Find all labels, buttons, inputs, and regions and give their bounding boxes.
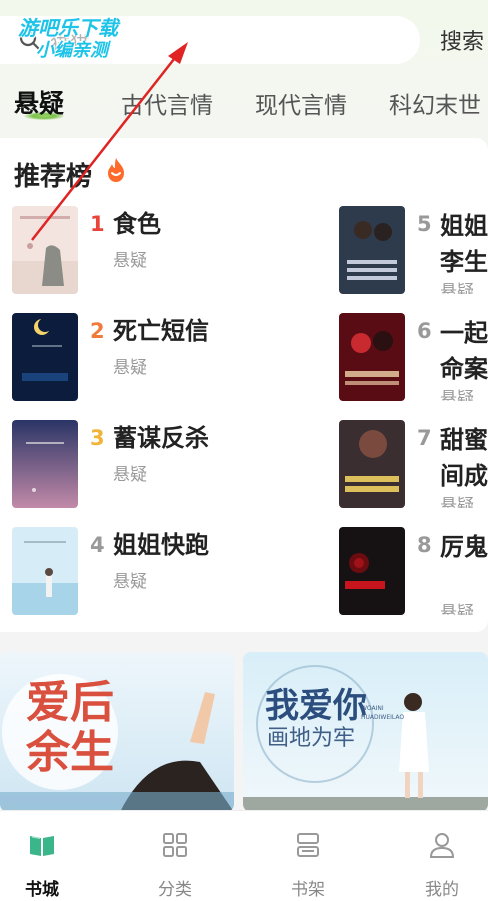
nav-profile[interactable]: 我的	[392, 811, 488, 901]
nav-label: 书城	[25, 880, 59, 900]
banner-pinyin: WOAINI HUADIWEILAO	[361, 705, 405, 721]
ranking-item[interactable]: 8 厉鬼 悬疑	[339, 527, 488, 617]
book-title: 姐姐李生	[440, 212, 488, 276]
nav-label: 我的	[425, 880, 459, 900]
recommend-ranking-card: 推荐榜 1 食色 悬疑 2 死亡短信 悬疑 3 蓄谋反杀 悬疑 4 姐姐快跑 悬…	[0, 138, 488, 632]
banner-subtitle: 画地为牢	[267, 726, 356, 751]
nav-bookstore[interactable]: 书城	[0, 811, 92, 901]
ranking-item[interactable]: 3 蓄谋反杀 悬疑	[12, 420, 252, 510]
book-genre: 悬疑	[113, 572, 147, 592]
grid-icon	[163, 833, 187, 857]
book-cover	[339, 313, 405, 401]
ranking-item[interactable]: 5 姐姐李生 悬疑	[339, 206, 488, 296]
rank-number: 2	[90, 319, 105, 343]
tab-modern-romance[interactable]: 现代言情	[255, 86, 347, 120]
book-open-icon	[30, 836, 54, 856]
book-genre: 悬疑	[440, 603, 474, 615]
book-title: 一起命案	[440, 319, 488, 383]
tab-suspense[interactable]: 悬疑	[14, 84, 64, 120]
fire-icon	[108, 158, 124, 182]
watermark: 游吧乐下载 小编亲测	[14, 12, 154, 62]
book-title: 厉鬼	[440, 533, 488, 561]
rank-number: 8	[417, 533, 432, 557]
tab-scifi[interactable]: 科幻末世	[389, 86, 481, 120]
book-title: 死亡短信	[113, 317, 209, 345]
ranking-item[interactable]: 7 甜蜜间成 悬疑	[339, 420, 488, 510]
tab-ancient-romance[interactable]: 古代言情	[121, 86, 213, 120]
book-genre: 悬疑	[440, 389, 474, 401]
rank-number: 6	[417, 319, 432, 343]
book-cover	[12, 206, 78, 294]
book-cover	[339, 206, 405, 294]
ranking-item[interactable]: 1 食色 悬疑	[12, 206, 252, 296]
book-genre: 悬疑	[440, 282, 474, 294]
rank-number: 4	[90, 533, 105, 557]
rank-number: 7	[417, 426, 432, 450]
book-cover	[339, 420, 405, 508]
bookshelf-icon	[297, 833, 319, 857]
watermark-line2: 小编亲测	[36, 40, 108, 61]
search-button[interactable]: 搜索	[440, 24, 484, 56]
book-cover	[339, 527, 405, 615]
book-title: 蓄谋反杀	[113, 424, 209, 452]
book-genre: 悬疑	[440, 496, 474, 508]
user-icon	[429, 833, 455, 858]
ranking-item[interactable]: 2 死亡短信 悬疑	[12, 313, 252, 403]
ranking-item[interactable]: 6 一起命案 悬疑	[339, 313, 488, 403]
bottom-navigation: 书城 分类 书架 我的	[0, 810, 488, 901]
book-title: 食色	[113, 210, 161, 238]
banner-ai-hou-yu-sheng[interactable]: 爱后余生	[0, 652, 234, 812]
category-tabs: 悬疑 古代言情 现代言情 科幻末世	[0, 84, 488, 124]
book-cover	[12, 527, 78, 615]
rank-number: 1	[90, 212, 105, 236]
banner-wo-ai-ni[interactable]: 我爱你 画地为牢 WOAINI HUADIWEILAO	[243, 652, 488, 812]
book-genre: 悬疑	[113, 358, 147, 378]
nav-category[interactable]: 分类	[125, 811, 225, 901]
ranking-title: 推荐榜	[14, 162, 93, 192]
ranking-item[interactable]: 4 姐姐快跑 悬疑	[12, 527, 252, 617]
book-cover	[12, 420, 78, 508]
nav-label: 分类	[158, 880, 192, 900]
book-genre: 悬疑	[113, 251, 147, 271]
rank-number: 5	[417, 212, 432, 236]
book-title: 姐姐快跑	[113, 531, 209, 559]
nav-bookshelf[interactable]: 书架	[258, 811, 358, 901]
book-genre: 悬疑	[113, 465, 147, 485]
banner-title: 爱后余生	[26, 677, 114, 778]
book-title: 甜蜜间成	[440, 426, 488, 490]
rank-number: 3	[90, 426, 105, 450]
book-cover	[12, 313, 78, 401]
nav-label: 书架	[291, 880, 325, 900]
